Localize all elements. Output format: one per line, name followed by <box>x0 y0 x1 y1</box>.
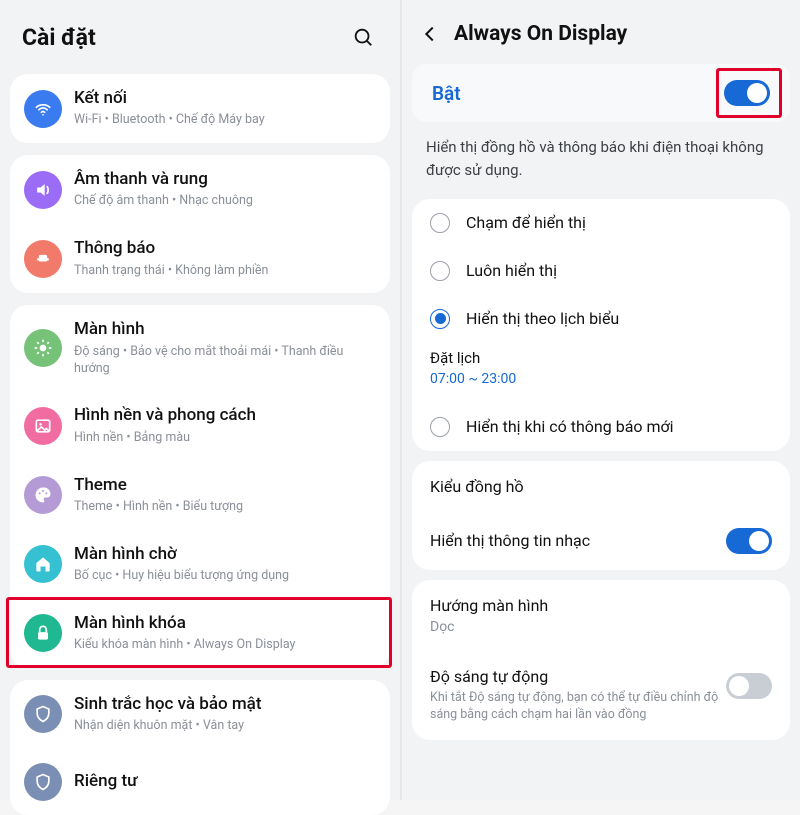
settings-group: Sinh trắc học và bảo mật Nhận diện khuôn … <box>10 680 390 815</box>
label-music-info: Hiển thị thông tin nhạc <box>430 531 726 550</box>
label-clock-style: Kiểu đồng hồ <box>430 477 772 496</box>
display-card: Hướng màn hình Dọc Độ sáng tự động Khi t… <box>412 580 790 740</box>
master-toggle-row[interactable]: Bật <box>412 64 790 122</box>
settings-row-wallpaper[interactable]: Hình nền và phong cách Hình nền • Bảng mà… <box>10 391 390 460</box>
search-icon <box>352 26 374 48</box>
value-orientation: Dọc <box>430 619 548 635</box>
master-toggle[interactable] <box>724 80 770 106</box>
label-orientation: Hướng màn hình <box>430 596 548 615</box>
mode-label: Hiển thị khi có thông báo mới <box>466 417 674 436</box>
bell-icon <box>24 240 62 278</box>
search-button[interactable] <box>348 22 378 52</box>
settings-group: Màn hình Độ sáng • Bảo vệ cho mắt thoải m… <box>10 305 390 668</box>
settings-screen: Cài đặt Kết nối Wi-Fi • Bluetooth • Chế đ… <box>0 0 400 800</box>
row-title: Riêng tư <box>74 771 376 792</box>
settings-row-connections[interactable]: Kết nối Wi-Fi • Bluetooth • Chế độ Máy ba… <box>10 74 390 143</box>
settings-row-notifications[interactable]: Thông báo Thanh trạng thái • Không làm ph… <box>10 224 390 293</box>
settings-row-display[interactable]: Màn hình Độ sáng • Bảo vệ cho mắt thoải m… <box>10 305 390 391</box>
row-music-info[interactable]: Hiển thị thông tin nhạc <box>412 512 790 570</box>
mode-label: Chạm để hiển thị <box>466 213 586 232</box>
options-card: Kiểu đồng hồ Hiển thị thông tin nhạc <box>412 461 790 570</box>
auto-brightness-toggle[interactable] <box>726 673 772 699</box>
mode-label: Hiển thị theo lịch biểu <box>466 309 619 328</box>
aod-screen: Always On Display Bật Hiển thị đồng hồ v… <box>400 0 800 800</box>
mode-always[interactable]: Luôn hiển thị <box>412 247 790 295</box>
page-title: Always On Display <box>454 22 627 46</box>
schedule-value: 07:00 ~ 23:00 <box>430 371 772 387</box>
settings-row-privacy[interactable]: Riêng tư <box>10 749 390 815</box>
row-title: Sinh trắc học và bảo mật <box>74 694 376 715</box>
row-clock-style[interactable]: Kiểu đồng hồ <box>412 461 790 512</box>
row-title: Hình nền và phong cách <box>74 405 376 426</box>
row-title: Màn hình chờ <box>74 544 376 565</box>
settings-row-biometrics[interactable]: Sinh trắc học và bảo mật Nhận diện khuôn … <box>10 680 390 749</box>
row-subtitle: Kiểu khóa màn hình • Always On Display <box>74 637 376 654</box>
shield-icon <box>24 695 62 733</box>
row-subtitle: Theme • Hình nền • Biểu tượng <box>74 499 376 516</box>
row-title: Theme <box>74 475 376 496</box>
description-text: Hiển thị đồng hồ và thông báo khi điện t… <box>402 122 800 189</box>
lock-icon <box>24 614 62 652</box>
row-subtitle: Chế độ âm thanh • Nhạc chuông <box>74 193 376 210</box>
settings-row-homescreen[interactable]: Màn hình chờ Bố cục • Huy hiệu biểu tượng… <box>10 530 390 599</box>
master-toggle-label: Bật <box>432 82 724 105</box>
sun-icon <box>24 329 62 367</box>
settings-row-themes[interactable]: Theme Theme • Hình nền • Biểu tượng <box>10 461 390 530</box>
desc-auto-brightness: Khi tắt Độ sáng tự động, bạn có thể tự đ… <box>430 689 726 724</box>
settings-row-lockscreen[interactable]: Màn hình khóa Kiểu khóa màn hình • Always… <box>10 599 390 668</box>
row-title: Thông báo <box>74 238 376 259</box>
palette-icon <box>24 476 62 514</box>
settings-row-sound[interactable]: Âm thanh và rung Chế độ âm thanh • Nhạc c… <box>10 155 390 224</box>
settings-group: Âm thanh và rung Chế độ âm thanh • Nhạc c… <box>10 155 390 293</box>
row-subtitle: Hình nền • Bảng màu <box>74 430 376 447</box>
radio-notify[interactable] <box>430 417 450 437</box>
radio-always[interactable] <box>430 261 450 281</box>
schedule-block[interactable]: Đặt lịch 07:00 ~ 23:00 <box>412 343 790 403</box>
schedule-label: Đặt lịch <box>430 349 772 367</box>
row-title: Màn hình khóa <box>74 613 376 634</box>
mode-tap[interactable]: Chạm để hiển thị <box>412 199 790 247</box>
row-subtitle: Nhận diện khuôn mặt • Vân tay <box>74 718 376 735</box>
display-modes-card: Chạm để hiển thị Luôn hiển thị Hiển thị th… <box>412 199 790 451</box>
radio-tap[interactable] <box>430 213 450 233</box>
picture-icon <box>24 407 62 445</box>
home-icon <box>24 545 62 583</box>
wifi-icon <box>24 90 62 128</box>
row-title: Kết nối <box>74 88 376 109</box>
page-title: Cài đặt <box>22 24 348 51</box>
row-subtitle: Độ sáng • Bảo vệ cho mắt thoải mái • Tha… <box>74 344 376 378</box>
sound-icon <box>24 171 62 209</box>
chevron-left-icon <box>419 23 441 45</box>
back-button[interactable] <box>416 20 444 48</box>
row-subtitle: Bố cục • Huy hiệu biểu tượng ứng dụng <box>74 568 376 585</box>
radio-schedule[interactable] <box>430 309 450 329</box>
label-auto-brightness: Độ sáng tự động <box>430 667 726 686</box>
row-auto-brightness[interactable]: Độ sáng tự động Khi tắt Độ sáng tự động,… <box>412 651 790 740</box>
mode-notify[interactable]: Hiển thị khi có thông báo mới <box>412 403 790 451</box>
row-title: Màn hình <box>74 319 376 340</box>
row-subtitle: Wi-Fi • Bluetooth • Chế độ Máy bay <box>74 112 376 129</box>
music-toggle[interactable] <box>726 528 772 554</box>
settings-group: Kết nối Wi-Fi • Bluetooth • Chế độ Máy ba… <box>10 74 390 143</box>
row-orientation[interactable]: Hướng màn hình Dọc <box>412 580 790 651</box>
mode-schedule[interactable]: Hiển thị theo lịch biểu <box>412 295 790 343</box>
mode-label: Luôn hiển thị <box>466 261 557 280</box>
row-subtitle: Thanh trạng thái • Không làm phiền <box>74 263 376 280</box>
shield-icon <box>24 763 62 801</box>
row-title: Âm thanh và rung <box>74 169 376 190</box>
